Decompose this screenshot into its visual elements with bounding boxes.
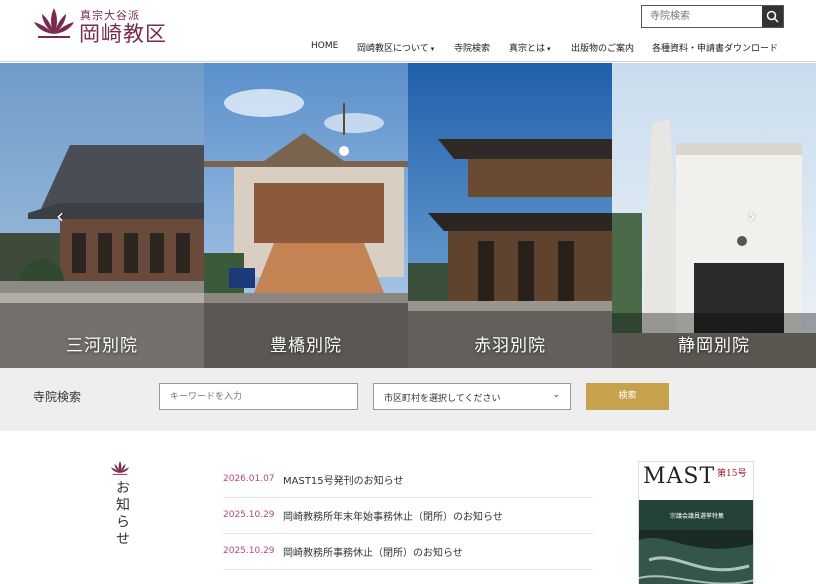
news-title[interactable]: 岡崎教務所年末年始事務休止（閉所）のお知らせ [283,508,503,523]
news-heading-text: お知らせ [114,480,130,548]
news-date: 2026.01.07 [223,474,275,484]
municipality-select-value: 市区町村を選択してください [384,394,501,404]
news-title[interactable]: MAST15号発刊のお知らせ [283,472,403,487]
news-date: 2025.10.29 [223,510,275,520]
magazine-title: MAST [643,464,716,489]
slider-prev-button[interactable]: ‹ [56,206,68,226]
temple-search-title: 寺院検索 [33,390,82,404]
slide-shizuoka[interactable]: 静岡別院 [612,63,816,368]
slide-mikawa[interactable]: 三河別院 [0,63,204,368]
chevron-right-icon: › [748,204,756,228]
lotus-icon [110,461,130,475]
lotus-logo-icon [34,8,74,38]
nav-home[interactable]: HOME [311,41,338,55]
nav-temple-search[interactable]: 寺院検索 [454,41,490,55]
akabane-betsuin-image [408,63,612,368]
slide-label: 静岡別院 [678,336,750,356]
mast-magazine-banner[interactable]: MAST 第15号 宗議会議員選挙特集 [638,461,754,584]
news-date: 2025.10.29 [223,546,275,556]
search-button[interactable] [762,6,783,27]
toyohashi-betsuin-image [204,63,408,368]
news-heading: お知らせ [108,460,132,550]
mikawa-betsuin-image [0,63,204,368]
magazine-cover-image: 宗議会議員選挙特集 [639,500,753,584]
shizuoka-betsuin-image [612,63,816,368]
slide-label: 赤羽別院 [474,336,546,356]
news-item[interactable]: 2025.10.29 岡崎教務所事務休止（閉所）のお知らせ [223,534,593,570]
nav-shinshu[interactable]: 真宗とは ▾ [509,41,551,55]
nav-about[interactable]: 岡崎教区について ▾ [357,41,434,55]
chevron-down-icon: ⌄ [552,390,560,400]
search-icon [766,10,779,23]
nav-publications[interactable]: 出版物のご案内 [571,41,634,55]
keyword-input[interactable] [159,383,358,410]
temple-search-button[interactable]: 検索 [586,383,669,410]
temple-search-bar: 寺院検索 市区町村を選択してください ⌄ 検索 [0,368,816,431]
logo-title: 岡崎教区 [79,22,167,46]
slide-label: 豊橋別院 [270,336,342,356]
slider-next-button[interactable]: › [748,206,760,226]
news-title[interactable]: 岡崎教務所事務休止（閉所）のお知らせ [283,544,463,559]
news-item[interactable]: 2026.01.07 MAST15号発刊のお知らせ [223,462,593,498]
caret-down-icon: ▾ [547,45,551,53]
site-search-input[interactable] [642,6,762,27]
slide-toyohashi[interactable]: 豊橋別院 [204,63,408,368]
news-list: 2026.01.07 MAST15号発刊のお知らせ 2025.10.29 岡崎教… [223,462,593,570]
slide-akabane[interactable]: 赤羽別院 [408,63,612,368]
magazine-issue: 第15号 [717,469,747,479]
site-header: 真宗大谷派 岡崎教区 HOME 岡崎教区について▾ 寺院検索 真宗とは▾ 出版物… [0,0,816,62]
municipality-select[interactable]: 市区町村を選択してください ⌄ [373,383,571,410]
caret-down-icon: ▾ [430,45,435,53]
hero-slider: 三河別院 豊橋別院 赤羽別院 静岡別院 ‹ › [0,63,816,368]
chevron-left-icon: ‹ [56,204,64,228]
site-search [641,5,784,28]
magazine-subtitle: 宗議会議員選挙特集 [670,512,724,520]
nav-downloads[interactable]: 各種資料・申請書ダウンロード [652,41,778,55]
site-logo[interactable]: 真宗大谷派 岡崎教区 [32,4,172,46]
news-item[interactable]: 2025.10.29 岡崎教務所年末年始事務休止（閉所）のお知らせ [223,498,593,534]
slide-label: 三河別院 [66,336,138,356]
